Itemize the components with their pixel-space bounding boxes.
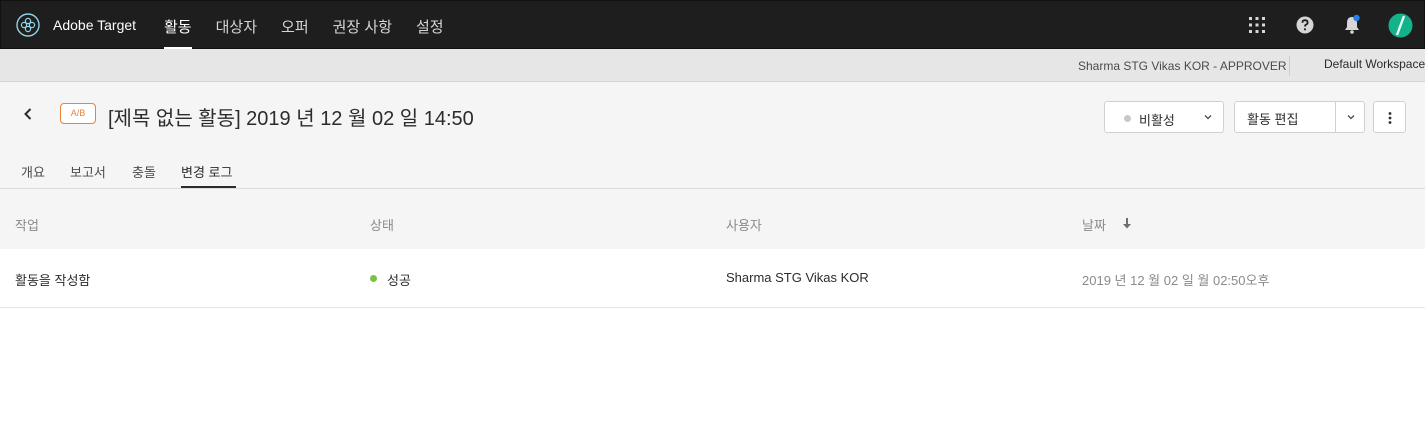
tab-reports[interactable]: 보고서 (70, 162, 106, 181)
nav-offers[interactable]: 오퍼 (281, 1, 309, 50)
workspace-bar: Sharma STG Vikas KOR - APPROVER Default … (0, 49, 1425, 82)
avatar[interactable] (1388, 13, 1413, 38)
edit-activity-group: 활동 편집 (1234, 101, 1365, 133)
chevron-down-icon (1347, 115, 1355, 120)
table-row[interactable]: 활동을 작성함 성공 Sharma STG Vikas KOR 2019 년 1… (0, 249, 1425, 308)
nav-audiences[interactable]: 대상자 (216, 1, 257, 50)
cell-user: Sharma STG Vikas KOR (726, 270, 869, 285)
column-header-user[interactable]: 사용자 (726, 215, 762, 234)
edit-activity-label: 활동 편집 (1247, 112, 1299, 127)
chevron-down-icon (1204, 115, 1212, 120)
more-actions-button[interactable] (1373, 101, 1406, 133)
column-header-status[interactable]: 상태 (370, 215, 394, 234)
back-chevron-icon[interactable] (18, 104, 38, 124)
top-nav-bar: Adobe Target 활동 대상자 오퍼 권장 사항 설정 (0, 0, 1425, 50)
edit-activity-button[interactable]: 활동 편집 (1235, 102, 1335, 132)
app-name[interactable]: Adobe Target (53, 17, 136, 33)
cell-date: 2019 년 12 월 02 일 월 02:50오후 (1082, 273, 1270, 288)
nav-recommendations[interactable]: 권장 사항 (333, 1, 392, 50)
activity-title: [제목 없는 활동] 2019 년 12 월 02 일 14:50 (108, 108, 474, 130)
cell-status: 성공 (387, 273, 411, 288)
workspace-user: Sharma STG Vikas KOR - APPROVER (1078, 59, 1287, 73)
tab-conflicts[interactable]: 충돌 (132, 162, 156, 181)
workspace-selector[interactable]: Default Workspace (1324, 57, 1425, 71)
apps-grid-icon[interactable] (1246, 14, 1268, 36)
workspace-divider (1289, 56, 1290, 76)
target-logo-icon[interactable] (16, 13, 40, 37)
column-header-action[interactable]: 작업 (15, 215, 39, 234)
table-header: 작업 상태 사용자 날짜 (0, 189, 1425, 249)
activity-header: A/B [제목 없는 활동] 2019 년 12 월 02 일 14:50 비활… (0, 82, 1425, 189)
status-dot (1124, 115, 1131, 122)
status-label: 비활성 (1139, 113, 1175, 128)
nav-settings[interactable]: 설정 (416, 1, 444, 50)
nav-activities[interactable]: 활동 (164, 1, 192, 50)
success-status-dot (370, 275, 377, 282)
edit-options-button[interactable] (1336, 102, 1365, 132)
active-tab-indicator (181, 186, 236, 188)
sort-down-icon[interactable] (1121, 217, 1133, 230)
column-header-date[interactable]: 날짜 (1082, 215, 1106, 234)
tab-overview[interactable]: 개요 (21, 162, 45, 181)
tab-change-log[interactable]: 변경 로그 (181, 162, 232, 181)
bell-icon[interactable] (1341, 14, 1363, 36)
activity-type-badge: A/B (60, 103, 96, 124)
help-icon[interactable] (1294, 14, 1316, 36)
more-vertical-icon (1388, 112, 1392, 124)
cell-action: 활동을 작성함 (15, 273, 91, 288)
status-dropdown[interactable]: 비활성 (1104, 101, 1224, 133)
main-nav: 활동 대상자 오퍼 권장 사항 설정 (164, 1, 468, 50)
